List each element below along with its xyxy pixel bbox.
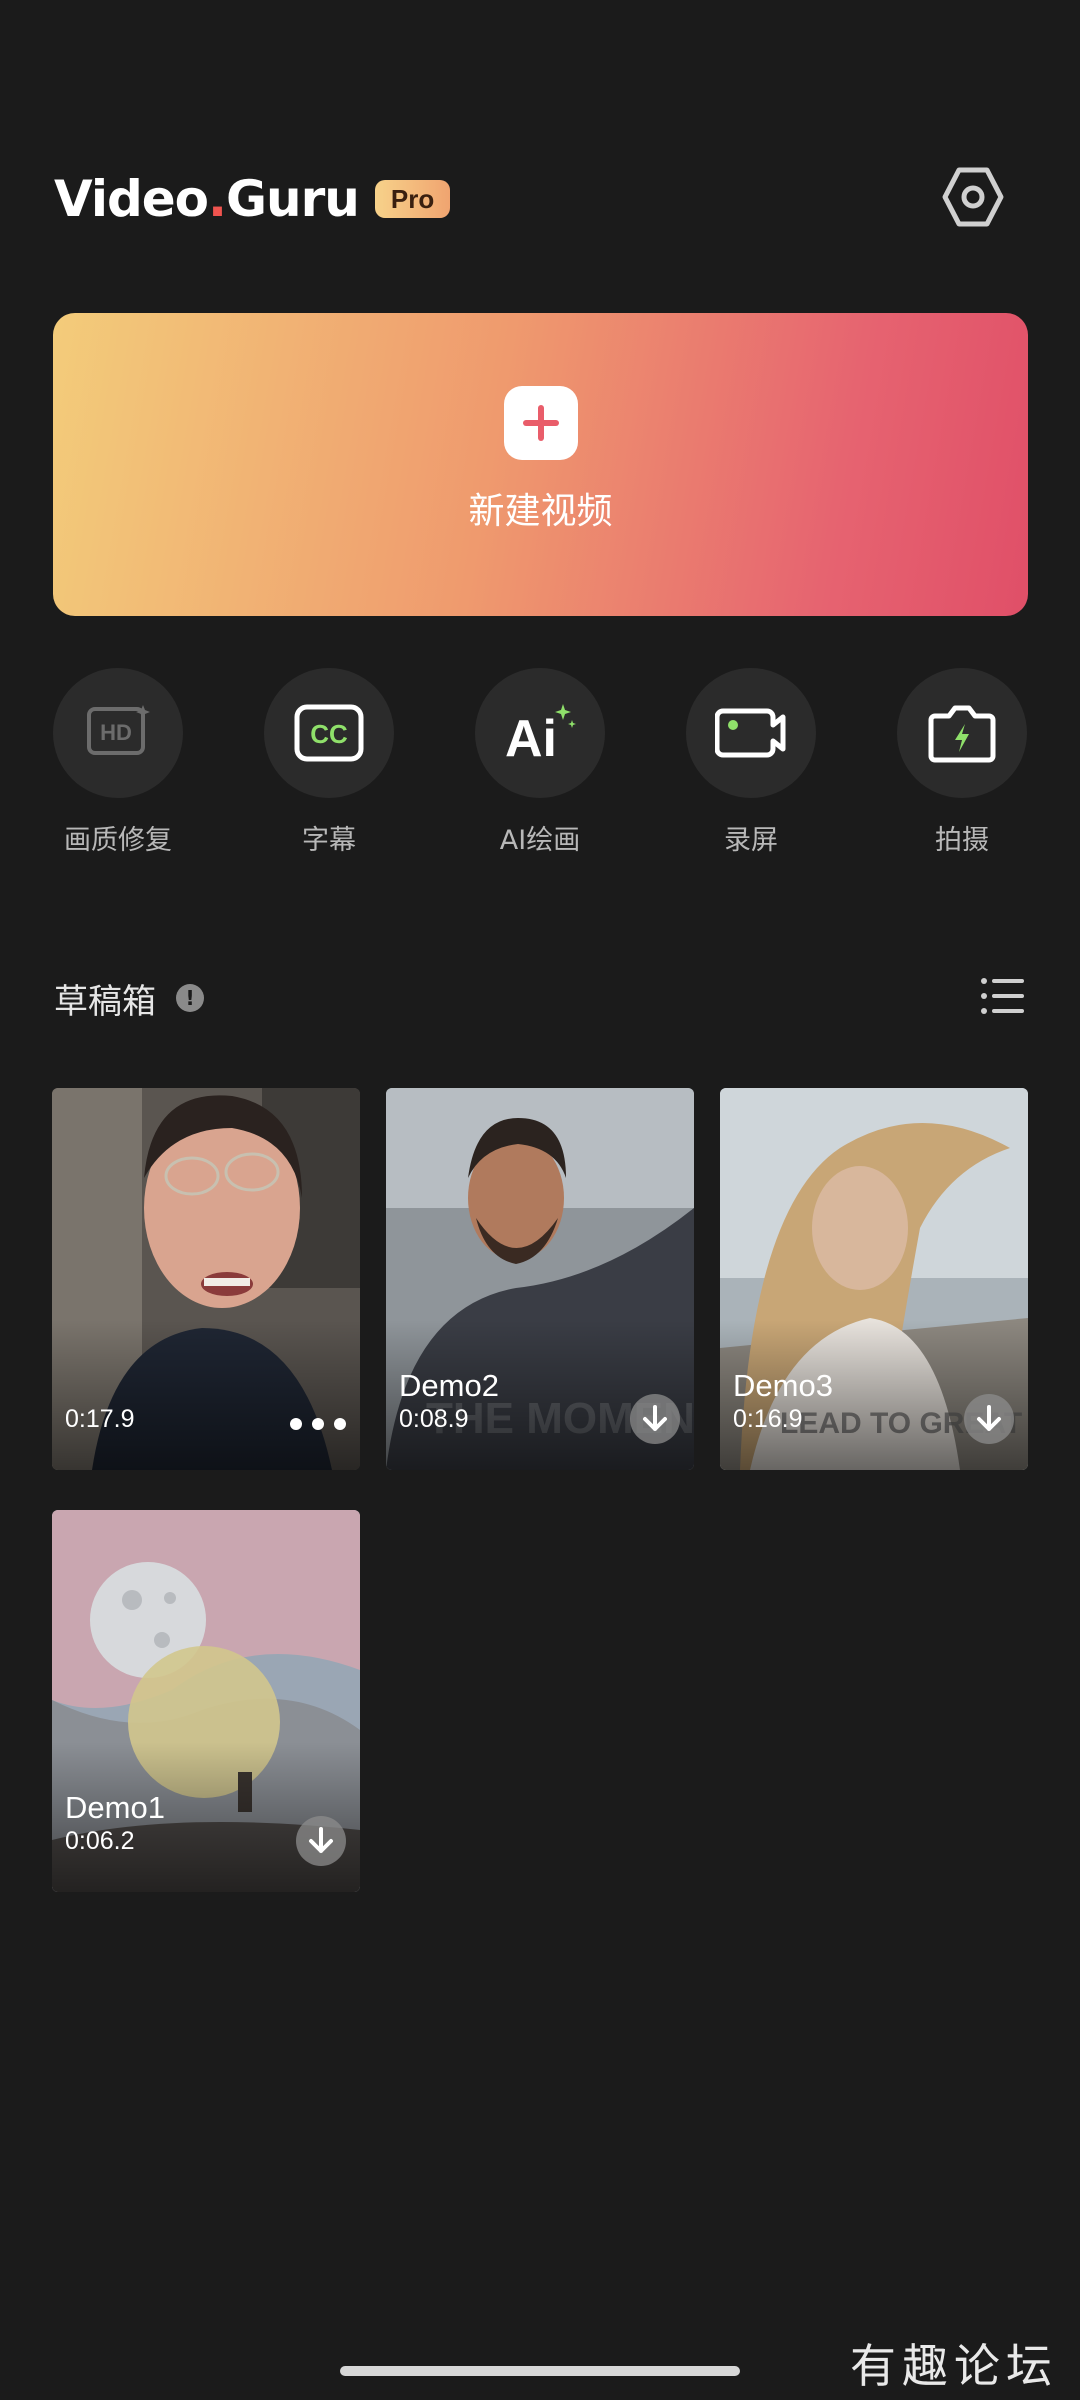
- draft-name: Demo3: [733, 1368, 833, 1403]
- download-button[interactable]: [296, 1816, 346, 1866]
- tool-camera[interactable]: 拍摄: [896, 668, 1028, 857]
- app-logo: Video.Guru Pro: [54, 170, 451, 228]
- logo-text: Video.Guru: [54, 170, 360, 228]
- app-header: Video.Guru Pro: [54, 160, 1026, 232]
- svg-text:HD: HD: [100, 720, 132, 745]
- new-video-button[interactable]: 新建视频: [53, 313, 1028, 616]
- home-indicator[interactable]: [340, 2366, 740, 2376]
- tool-circle[interactable]: Ai: [475, 668, 605, 798]
- tool-circle[interactable]: CC: [264, 668, 394, 798]
- download-button[interactable]: [964, 1394, 1014, 1444]
- draft-duration: 0:06.2: [65, 1827, 135, 1855]
- tool-label: 录屏: [724, 825, 778, 856]
- download-button[interactable]: [630, 1394, 680, 1444]
- draft-duration: 0:17.9: [65, 1405, 135, 1433]
- tool-screen-record[interactable]: 录屏: [685, 668, 817, 857]
- tool-hd-repair[interactable]: HD 画质修复: [52, 668, 184, 857]
- tool-circle[interactable]: [897, 668, 1027, 798]
- tool-label: 拍摄: [935, 825, 989, 856]
- watermark-text: 有趣论坛: [850, 2339, 1058, 2393]
- pro-badge[interactable]: Pro: [374, 180, 451, 218]
- svg-text:Ai: Ai: [505, 710, 557, 764]
- tool-circle[interactable]: HD: [53, 668, 183, 798]
- hd-icon: HD: [87, 705, 150, 755]
- thumbnail-shade: [52, 1320, 360, 1470]
- draft-card[interactable]: LEAD TO GREAT Demo3 0:16.9: [720, 1088, 1028, 1470]
- tool-label: 画质修复: [64, 825, 172, 856]
- download-arrow-icon: [309, 1827, 333, 1853]
- drafts-title: 草稿箱: [54, 982, 156, 1022]
- plus-icon: [503, 385, 578, 460]
- tool-ai-painting[interactable]: Ai AI绘画: [474, 668, 606, 857]
- tools-row: HD 画质修复 CC 字幕 Ai AI绘画 录屏 拍摄: [52, 668, 1030, 868]
- new-video-label: 新建视频: [468, 490, 613, 532]
- tool-subtitles[interactable]: CC 字幕: [263, 668, 395, 857]
- svg-text:CC: CC: [310, 719, 348, 749]
- draft-card[interactable]: Demo1 0:06.2: [52, 1510, 360, 1892]
- draft-duration: 0:16.9: [733, 1405, 803, 1433]
- more-options-button[interactable]: [290, 1414, 346, 1434]
- tool-label: 字幕: [302, 825, 356, 856]
- info-icon[interactable]: !: [176, 984, 204, 1012]
- tool-label: AI绘画: [499, 825, 581, 856]
- draft-duration: 0:08.9: [399, 1405, 469, 1433]
- list-view-button[interactable]: [980, 976, 1026, 1016]
- draft-name: Demo1: [65, 1790, 165, 1825]
- settings-hexagon-icon: [942, 167, 1004, 227]
- camera-icon: [928, 705, 996, 763]
- ai-icon: Ai: [505, 704, 576, 764]
- download-arrow-icon: [643, 1405, 667, 1431]
- screen-record-icon: [715, 708, 786, 758]
- drafts-header: 草稿箱 !: [54, 970, 1026, 1026]
- draft-card[interactable]: THE MOMENT Demo2 0:08.9: [386, 1088, 694, 1470]
- draft-name: Demo2: [399, 1368, 499, 1403]
- list-icon: [981, 978, 1024, 1014]
- cc-icon: CC: [294, 704, 364, 762]
- tool-circle[interactable]: [686, 668, 816, 798]
- download-arrow-icon: [977, 1405, 1001, 1431]
- settings-button[interactable]: [938, 162, 1008, 232]
- draft-card[interactable]: 0:17.9: [52, 1088, 360, 1470]
